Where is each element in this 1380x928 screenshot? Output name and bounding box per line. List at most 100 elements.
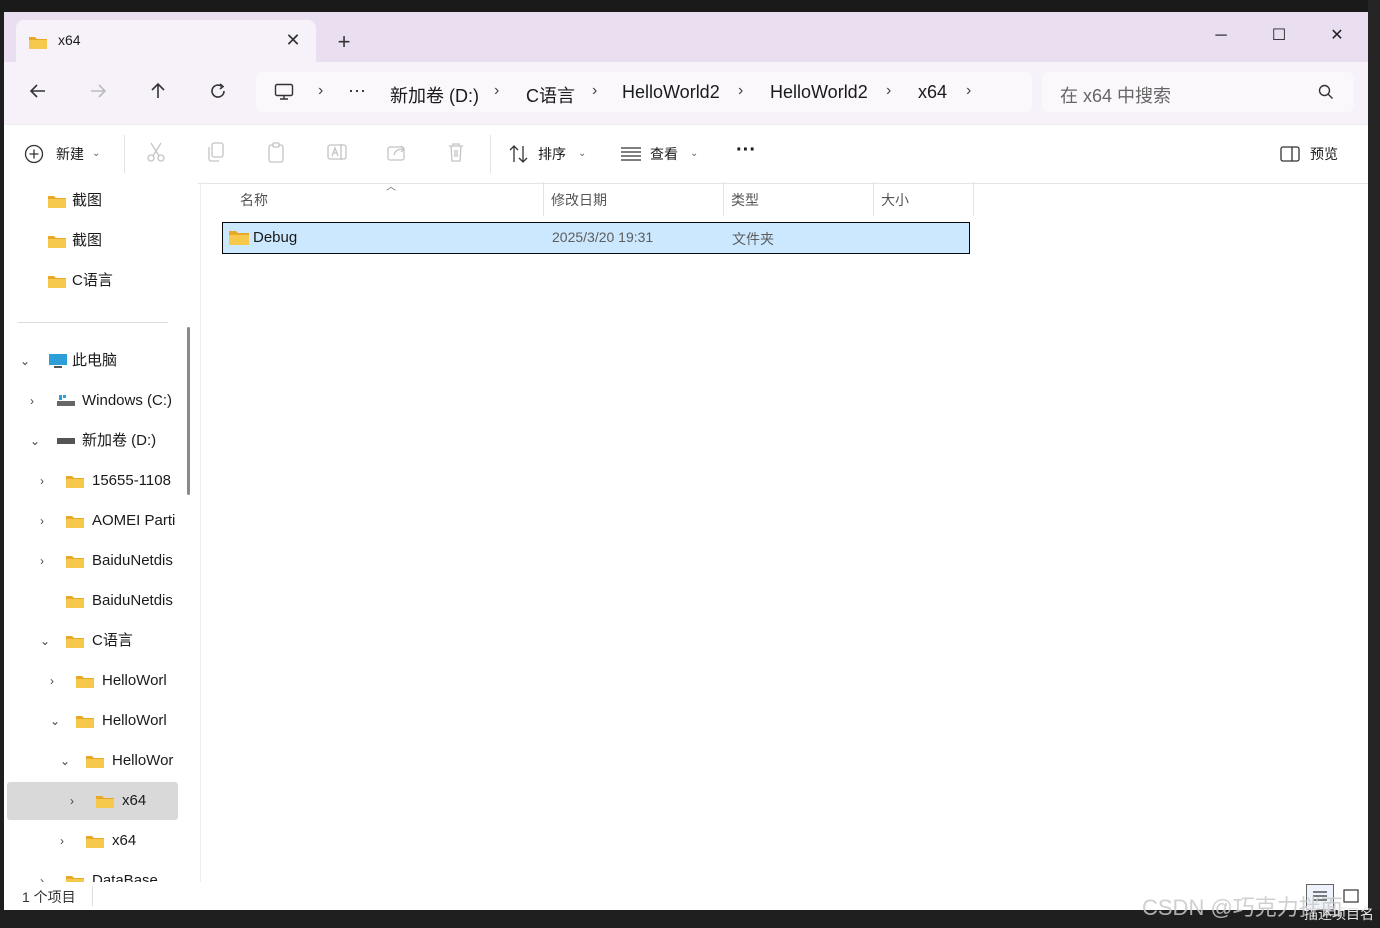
- tree-item-folder[interactable]: › DataBase: [38, 862, 198, 882]
- column-separator[interactable]: [723, 182, 724, 216]
- tree-item-drive-d[interactable]: ⌄ 新加卷 (D:): [28, 422, 198, 460]
- minimize-button[interactable]: ─: [1198, 18, 1244, 54]
- refresh-button[interactable]: [200, 78, 236, 110]
- sidebar-item-label: HelloWorl: [102, 672, 167, 689]
- breadcrumb-drive-d[interactable]: 新加卷 (D:): [390, 82, 479, 108]
- tree-item-folder[interactable]: ⌄ HelloWor: [58, 742, 198, 780]
- chevron-down-icon[interactable]: ⌄: [30, 422, 40, 460]
- rename-button[interactable]: [326, 141, 348, 167]
- plus-circle-icon: [24, 144, 44, 164]
- folder-icon: [66, 636, 84, 648]
- column-type[interactable]: 类型: [731, 190, 759, 210]
- column-header: ︿ 名称 修改日期 类型 大小: [220, 182, 974, 216]
- tree-item-folder[interactable]: › AOMEI Parti: [38, 502, 198, 540]
- column-separator[interactable]: [543, 182, 544, 216]
- sidebar-item-label: BaiduNetdis: [92, 592, 173, 609]
- navigation-pane: 截图 截图 C语言 ⌄ 此电脑 › Windows (C:) ⌄ 新加卷 (D:…: [4, 182, 198, 882]
- chevron-down-icon[interactable]: ⌄: [20, 342, 30, 380]
- folder-icon: [66, 876, 84, 882]
- sidebar-item-label: C语言: [92, 632, 133, 649]
- preview-pane-icon: [1280, 146, 1300, 162]
- back-button[interactable]: [20, 78, 56, 110]
- computer-icon: [49, 354, 67, 368]
- sidebar-divider: [18, 322, 168, 323]
- breadcrumb-x64[interactable]: x64: [918, 82, 947, 103]
- tab-close-button[interactable]: ✕: [278, 26, 308, 54]
- chevron-right-icon[interactable]: ›: [40, 462, 44, 500]
- delete-button[interactable]: [446, 141, 466, 167]
- list-view-icon: [621, 147, 641, 161]
- sidebar-item-label: 新加卷 (D:): [82, 432, 157, 449]
- background-right-app: [1368, 0, 1380, 928]
- file-name: Debug: [253, 229, 298, 246]
- breadcrumb-helloworld2[interactable]: HelloWorld2: [622, 82, 720, 103]
- copy-button[interactable]: [206, 141, 226, 167]
- chevron-right-icon[interactable]: ›: [40, 502, 44, 540]
- chevron-right-icon[interactable]: ›: [60, 822, 64, 860]
- chevron-down-icon[interactable]: ⌄: [50, 702, 60, 740]
- new-tab-button[interactable]: +: [330, 28, 358, 56]
- chevron-down-icon[interactable]: ⌄: [60, 742, 70, 780]
- sort-icon: [509, 145, 528, 163]
- chevron-right-icon[interactable]: ›: [40, 542, 44, 580]
- close-button[interactable]: ✕: [1314, 18, 1360, 54]
- command-bar: 新建 ⌄ 排序 ⌄ 查看 ⌄ ··· 预览: [4, 124, 1368, 184]
- folder-icon: [86, 756, 104, 768]
- chevron-down-icon[interactable]: ⌄: [40, 622, 50, 660]
- column-size[interactable]: 大小: [881, 190, 909, 210]
- search-icon: [1318, 84, 1333, 99]
- tree-item-folder[interactable]: ⌄ HelloWorl: [48, 702, 198, 740]
- sidebar-item-label: AOMEI Parti: [92, 512, 176, 529]
- folder-icon: [76, 676, 94, 688]
- arrow-left-icon: [29, 84, 45, 98]
- tree-item-folder[interactable]: ⌄ C语言: [38, 622, 198, 660]
- preview-label: 预览: [1310, 146, 1338, 162]
- folder-icon: [29, 37, 47, 49]
- file-row-selected[interactable]: Debug 2025/3/20 19:31 文件夹: [222, 222, 970, 254]
- tree-item-drive-c[interactable]: › Windows (C:): [28, 382, 198, 420]
- sidebar-item-label: 15655-1108: [92, 472, 171, 489]
- tree-item-x64-selected[interactable]: › x64: [68, 782, 198, 820]
- up-button[interactable]: [140, 78, 176, 110]
- breadcrumb-c-language[interactable]: C语言: [526, 82, 575, 108]
- folder-icon: [66, 476, 84, 488]
- chevron-right-icon[interactable]: ›: [50, 662, 54, 700]
- tree-item-folder[interactable]: › HelloWorl: [48, 662, 198, 700]
- breadcrumb-helloworld2-inner[interactable]: HelloWorld2: [770, 82, 868, 103]
- background-app-text: 描述项目名: [1304, 906, 1374, 922]
- search-box[interactable]: 在 x64 中搜索: [1042, 72, 1354, 112]
- column-separator[interactable]: [873, 182, 874, 216]
- sidebar-item-label: 此电脑: [72, 352, 118, 369]
- tree-item-x64[interactable]: › x64: [58, 822, 198, 860]
- tree-item-folder[interactable]: › 15655-1108: [38, 462, 198, 500]
- paste-button[interactable]: [266, 141, 286, 167]
- chevron-down-icon: ⌄: [92, 148, 101, 159]
- forward-button[interactable]: [80, 78, 116, 110]
- chevron-right-icon: ›: [886, 82, 892, 99]
- share-button[interactable]: [386, 141, 408, 167]
- column-modified[interactable]: 修改日期: [551, 190, 607, 210]
- column-separator[interactable]: [973, 182, 974, 216]
- file-modified: 2025/3/20 19:31: [552, 229, 654, 245]
- tab-x64[interactable]: x64 ✕: [16, 20, 316, 62]
- arrow-up-icon: [151, 82, 165, 98]
- item-count: 1 个项目: [22, 889, 76, 905]
- column-name[interactable]: 名称: [240, 190, 268, 210]
- chevron-right-icon[interactable]: ›: [30, 382, 34, 420]
- address-bar[interactable]: › ··· 新加卷 (D:) › C语言 › HelloWorld2 › Hel…: [256, 72, 1032, 112]
- tree-item-folder[interactable]: › BaiduNetdis: [38, 542, 198, 580]
- tree-item-folder[interactable]: BaiduNetdis: [38, 582, 198, 620]
- cut-button[interactable]: [146, 141, 166, 167]
- tree-item-this-pc[interactable]: ⌄ 此电脑: [18, 342, 188, 380]
- maximize-button[interactable]: ☐: [1256, 18, 1302, 54]
- chevron-right-icon[interactable]: ›: [966, 82, 971, 100]
- search-placeholder: 在 x64 中搜索: [1060, 86, 1172, 106]
- chevron-right-icon: ›: [738, 82, 744, 99]
- sidebar-item-label: C语言: [72, 272, 113, 289]
- chevron-right-icon[interactable]: ›: [70, 782, 74, 820]
- breadcrumb-more-button[interactable]: ···: [348, 80, 366, 101]
- trash-icon: [449, 143, 463, 162]
- more-options-button[interactable]: ···: [736, 137, 756, 163]
- chevron-right-icon[interactable]: ›: [40, 862, 44, 882]
- sidebar-item-label: 截图: [72, 192, 103, 209]
